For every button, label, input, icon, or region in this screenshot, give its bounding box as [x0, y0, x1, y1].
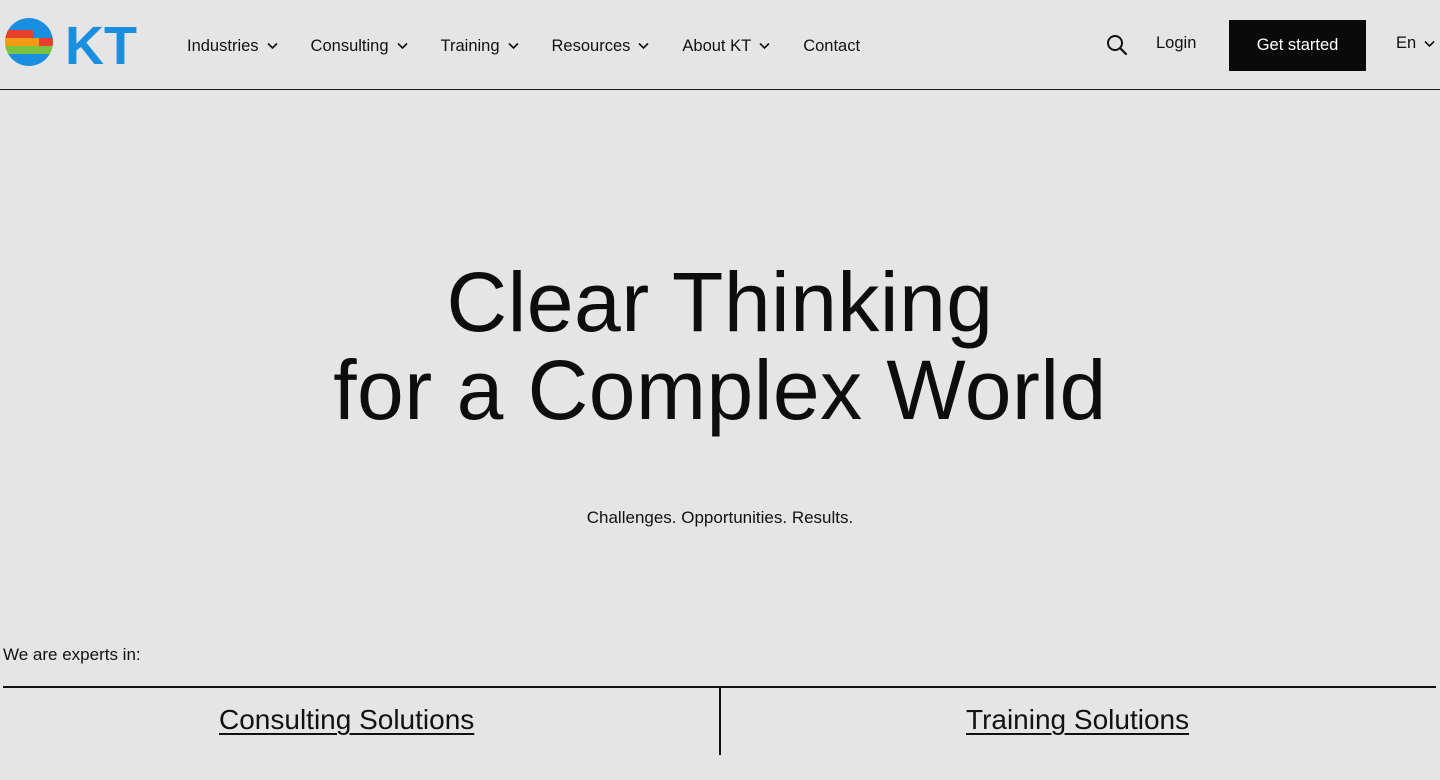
login-link[interactable]: Login [1156, 34, 1196, 53]
chevron-down-icon [266, 42, 278, 50]
svg-text:KT: KT [65, 18, 137, 68]
experts-label: We are experts in: [3, 645, 141, 664]
nav-resources-label: Resources [551, 36, 631, 55]
kt-globe-logo-icon: KT [5, 16, 137, 76]
consulting-solutions-link[interactable]: Consulting Solutions [219, 704, 474, 736]
search-icon [1107, 35, 1128, 56]
site-header: KT Industries Consulting Training Resour… [0, 0, 1440, 90]
search-button[interactable] [1106, 34, 1128, 56]
nav-industries-label: Industries [187, 36, 259, 55]
hero-title: Clear Thinking for a Complex World [0, 258, 1440, 434]
nav-training-label: Training [440, 36, 500, 55]
nav-about-label: About KT [682, 36, 752, 55]
training-solutions-link[interactable]: Training Solutions [966, 704, 1189, 736]
chevron-down-icon [638, 42, 649, 50]
get-started-button[interactable]: Get started [1229, 20, 1366, 71]
language-selector[interactable]: En [1396, 34, 1435, 53]
language-label: En [1396, 34, 1417, 52]
chevron-down-icon [396, 42, 408, 50]
nav-training[interactable]: Training [441, 37, 519, 56]
hero-subtitle: Challenges. Opportunities. Results. [586, 508, 854, 527]
chevron-down-icon [1424, 40, 1435, 47]
chevron-down-icon [759, 42, 770, 50]
nav-industries[interactable]: Industries [187, 37, 278, 56]
nav-resources[interactable]: Resources [552, 37, 650, 56]
get-started-label: Get started [1256, 36, 1339, 54]
kt-logo[interactable]: KT [3, 16, 148, 76]
nav-contact-label: Contact [803, 36, 861, 55]
section-divider [719, 688, 721, 755]
nav-about[interactable]: About KT [682, 37, 770, 56]
main-nav: Industries Consulting Training Resources… [187, 34, 893, 58]
hero-title-line-1: Clear Thinking [446, 255, 994, 349]
nav-contact[interactable]: Contact [803, 37, 860, 56]
chevron-down-icon [507, 42, 519, 50]
nav-consulting-label: Consulting [310, 36, 389, 55]
nav-consulting[interactable]: Consulting [311, 37, 408, 56]
hero-title-line-2: for a Complex World [333, 343, 1107, 437]
